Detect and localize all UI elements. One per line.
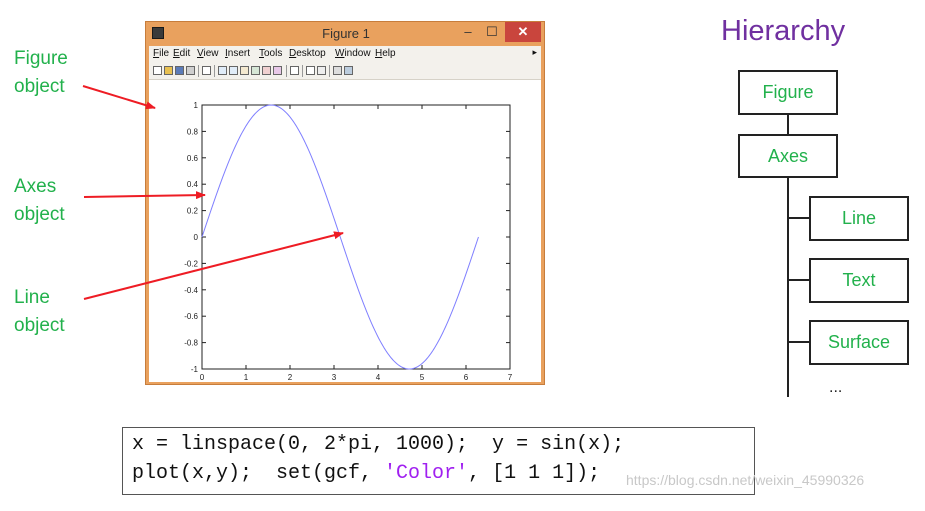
close-button[interactable]: ✕ [505,22,541,42]
y-tick-label: 0.6 [187,154,199,163]
menu-overflow-icon[interactable]: ▸ [532,47,537,58]
menu-window[interactable]: Window [335,48,371,59]
maximize-button[interactable]: ☐ [481,22,503,42]
hierarchy-node-text: Text [809,258,909,303]
code-line-2-prefix: plot(x,y); set(gcf, [132,462,385,485]
figure-canvas: 0 1 2 3 4 5 6 7 1 0.8 0.6 0.4 0.2 0 -0.2 -0.4 -0.6 -0.8 -1 [149,80,541,382]
colorbar-icon[interactable] [306,66,315,75]
brush-icon[interactable] [273,66,282,75]
code-line-1: x = linspace(0, 2*pi, 1000); y = sin(x); [132,433,625,456]
toolbar-separator [302,65,303,77]
menu-view[interactable]: View [197,48,219,59]
menu-help[interactable]: Help [375,48,396,59]
matlab-app-icon [152,27,164,39]
code-line-2-suffix: , [1 1 1]); [468,462,601,485]
axes-label-line1: Axes [14,176,57,197]
code-string-literal: 'Color' [384,462,469,485]
x-tick-label: 3 [332,373,337,382]
data-cursor-icon[interactable] [262,66,271,75]
line-label-line2: object [14,315,65,336]
menu-edit[interactable]: Edit [173,48,190,59]
window-title: Figure 1 [322,26,370,41]
x-tick-label: 7 [508,373,513,382]
toolbar-separator [329,65,330,77]
window-titlebar[interactable]: Figure 1 – ☐ ✕ [146,22,544,46]
x-tick-label: 2 [288,373,293,382]
figure-toolbar [149,63,541,80]
sine-plot: 0 1 2 3 4 5 6 7 1 0.8 0.6 0.4 0.2 0 -0.2 -0.4 -0.6 -0.8 -1 [184,101,513,382]
x-tick-label: 0 [200,373,205,382]
zoom-in-icon[interactable] [218,66,227,75]
x-tick-label: 6 [464,373,469,382]
y-tick-label: 1 [194,101,199,110]
toolbar-separator [214,65,215,77]
menu-desktop[interactable]: Desktop [289,48,326,59]
rotate-3d-icon[interactable] [251,66,260,75]
minimize-button[interactable]: – [457,22,479,42]
menu-tools[interactable]: Tools [259,48,282,59]
x-tick-label: 1 [244,373,249,382]
show-plot-tools-icon[interactable] [344,66,353,75]
open-file-icon[interactable] [164,66,173,75]
x-tick-label: 4 [376,373,381,382]
y-tick-label: 0.2 [187,207,199,216]
y-tick-label: -1 [191,365,199,374]
y-tick-label: -0.8 [184,339,198,348]
y-tick-label: 0 [194,233,199,242]
edit-plot-icon[interactable] [202,66,211,75]
menu-insert[interactable]: Insert [225,48,250,59]
new-figure-icon[interactable] [153,66,162,75]
line-label-line1: Line [14,287,50,308]
hierarchy-node-figure: Figure [738,70,838,115]
pan-icon[interactable] [240,66,249,75]
axes-object-label: Axes object [14,173,65,229]
y-tick-label: 0.8 [187,127,199,136]
y-tick-label: -0.2 [184,259,198,268]
toolbar-separator [286,65,287,77]
link-plot-icon[interactable] [290,66,299,75]
hierarchy-node-line: Line [809,196,909,241]
y-tick-label: -0.4 [184,286,198,295]
hierarchy-node-axes: Axes [738,134,838,178]
menu-file[interactable]: File [153,48,169,59]
menu-bar: File Edit View Insert Tools Desktop Wind… [149,46,541,63]
figure-object-label: Figure object [14,45,68,101]
hierarchy-more-ellipsis: ... [829,379,843,396]
hierarchy-title: Hierarchy [721,15,846,47]
hide-plot-tools-icon[interactable] [333,66,342,75]
zoom-out-icon[interactable] [229,66,238,75]
figure-label-line2: object [14,76,65,97]
toolbar-separator [198,65,199,77]
y-tick-label: 0.4 [187,180,199,189]
figure-window: Figure 1 – ☐ ✕ File Edit View Insert Too… [145,21,545,385]
hierarchy-node-surface: Surface [809,320,909,365]
print-icon[interactable] [186,66,195,75]
axes-label-line2: object [14,204,65,225]
save-icon[interactable] [175,66,184,75]
line-object-label: Line object [14,284,65,340]
figure-label-line1: Figure [14,48,68,69]
y-tick-label: -0.6 [184,312,198,321]
legend-icon[interactable] [317,66,326,75]
watermark-text: https://blog.csdn.net/weixin_45990326 [626,472,865,488]
x-tick-label: 5 [420,373,425,382]
axes-box [201,104,511,370]
code-line-2: plot(x,y); set(gcf, 'Color', [1 1 1]); [132,462,600,485]
